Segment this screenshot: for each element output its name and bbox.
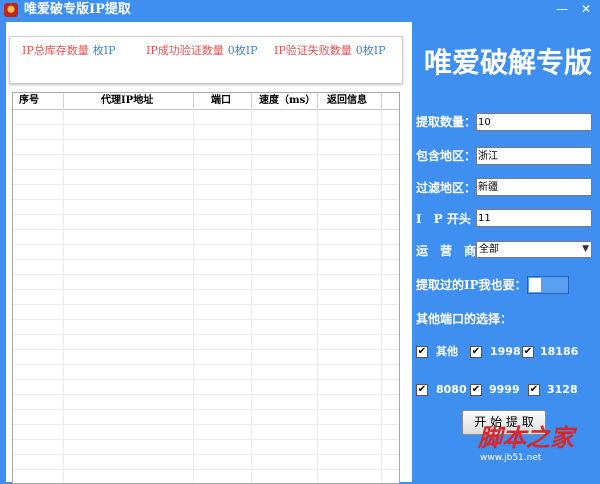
grid-row-line — [13, 214, 399, 215]
grid-row-line — [13, 199, 399, 200]
grid-row-line — [13, 334, 399, 335]
count-input[interactable]: 10 — [476, 113, 592, 131]
region-include-input[interactable]: 浙江 — [476, 147, 592, 165]
app-icon — [4, 3, 18, 17]
stat-total-value: 枚IP — [92, 44, 116, 57]
port-9999-checkbox[interactable]: ✔ — [470, 384, 482, 396]
port-3128-label: 3128 — [547, 383, 578, 396]
header-divider[interactable] — [381, 93, 382, 109]
grid-row-line — [13, 439, 399, 440]
header-divider[interactable] — [251, 93, 252, 109]
port-3128-checkbox[interactable]: ✔ — [528, 384, 540, 396]
count-label: 提取数量： — [416, 115, 477, 129]
port-other-label: 其他 — [436, 345, 458, 358]
grid-column-line — [251, 109, 252, 483]
grid-row-line — [13, 319, 399, 320]
chevron-down-icon[interactable]: ▼ — [582, 242, 589, 257]
header-port[interactable]: 端口 — [211, 93, 231, 109]
grid-row-line — [13, 394, 399, 395]
grid-row-line — [13, 289, 399, 290]
port-9999-label: 9999 — [489, 383, 520, 396]
extracted-toggle[interactable] — [527, 276, 569, 294]
watermark-url: www.jb51.net — [480, 453, 542, 463]
stat-failed-label: IP验证失败数量 — [274, 44, 352, 57]
ports-title: 其他端口的选择： — [416, 312, 513, 326]
port-other-checkbox[interactable]: ✔ — [416, 346, 428, 358]
region-filter-label: 过滤地区： — [416, 181, 477, 195]
minimize-button[interactable]: — — [554, 2, 570, 16]
header-return-info[interactable]: 返回信息 — [327, 93, 367, 109]
header-divider[interactable] — [63, 93, 64, 109]
grid-row-line — [13, 229, 399, 230]
grid-row-line — [13, 424, 399, 425]
port-18186-label: 18186 — [540, 345, 579, 358]
grid-row-line — [13, 364, 399, 365]
grid-row-line — [13, 154, 399, 155]
isp-label: 运 营 商 — [416, 244, 477, 258]
grid-row-line — [13, 409, 399, 410]
toggle-knob[interactable] — [529, 278, 541, 292]
grid-row-line — [13, 184, 399, 185]
grid-column-line — [193, 109, 194, 483]
stat-failed: IP验证失败数量 0枚IP — [274, 44, 386, 57]
stat-success-label: IP成功验证数量 — [146, 44, 224, 57]
grid-column-line — [317, 109, 318, 483]
proxy-table[interactable]: 序号 代理IP地址 端口 速度（ms） 返回信息 — [12, 92, 400, 484]
ip-prefix-label: I P 开头 — [416, 212, 471, 226]
header-divider[interactable] — [317, 93, 318, 109]
port-18186-checkbox[interactable]: ✔ — [522, 346, 534, 358]
grid-row-line — [13, 244, 399, 245]
header-divider[interactable] — [193, 93, 194, 109]
window-title: 唯爱破专版IP提取 — [24, 2, 131, 17]
grid-row-line — [13, 169, 399, 170]
ip-prefix-input[interactable]: 11 — [476, 209, 592, 227]
grid-row-line — [13, 274, 399, 275]
grid-row-line — [13, 349, 399, 350]
port-8080-checkbox[interactable]: ✔ — [416, 384, 428, 396]
header-speed[interactable]: 速度（ms） — [259, 93, 315, 109]
grid-row-line — [13, 469, 399, 470]
header-bottom-border — [13, 109, 399, 110]
stat-failed-value: 0枚IP — [355, 44, 386, 57]
brand-title: 唯爱破解专版 — [424, 46, 593, 79]
stat-success: IP成功验证数量 0枚IP — [146, 44, 258, 57]
grid-row-line — [13, 304, 399, 305]
stat-total: IP总库存数量 枚IP — [22, 44, 116, 57]
grid-row-line — [13, 259, 399, 260]
header-proxy-ip[interactable]: 代理IP地址 — [101, 93, 153, 109]
region-filter-input[interactable]: 新疆 — [476, 178, 592, 196]
grid-row-line — [13, 124, 399, 125]
grid-row-line — [13, 139, 399, 140]
grid-column-line — [381, 109, 382, 483]
port-1998-label: 1998 — [490, 345, 521, 358]
extracted-toggle-label: 提取过的IP我也要： — [416, 278, 527, 292]
header-index[interactable]: 序号 — [19, 93, 39, 109]
region-include-label: 包含地区： — [416, 149, 477, 163]
stat-success-value: 0枚IP — [227, 44, 258, 57]
close-button[interactable]: ✕ — [578, 2, 594, 16]
stat-total-label: IP总库存数量 — [22, 44, 89, 57]
watermark-logo: 脚本之家 — [478, 423, 574, 452]
isp-select-value: 全部 — [479, 244, 499, 255]
isp-select[interactable]: 全部 ▼ — [476, 241, 592, 258]
grid-row-line — [13, 454, 399, 455]
grid-column-line — [63, 109, 64, 483]
port-1998-checkbox[interactable]: ✔ — [470, 346, 482, 358]
grid-row-line — [13, 379, 399, 380]
port-8080-label: 8080 — [436, 383, 467, 396]
